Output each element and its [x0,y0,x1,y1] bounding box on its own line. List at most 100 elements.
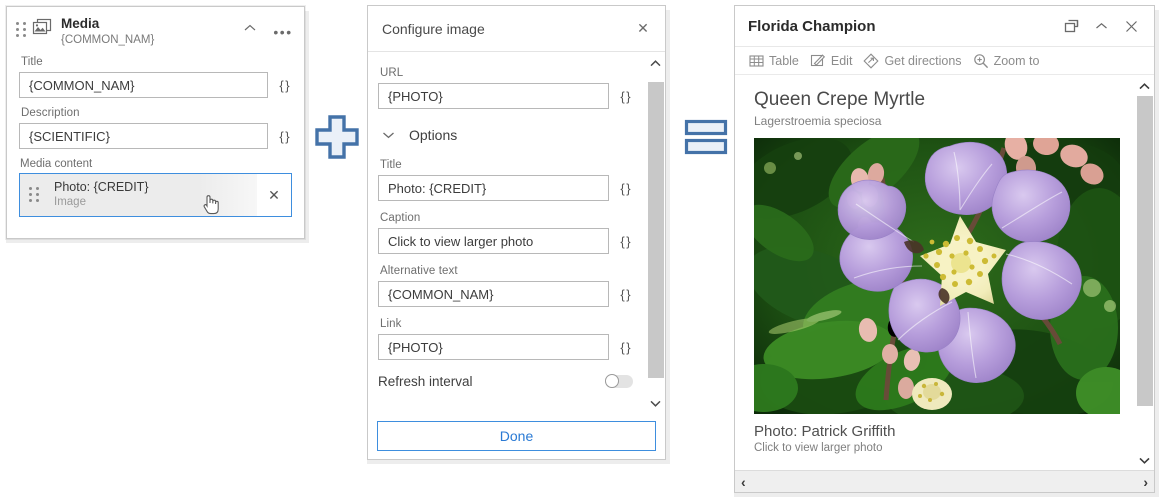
popup-pager-prev-arrow[interactable]: ‹ [741,474,746,490]
media-card-title: Media [61,16,100,31]
media-description-input[interactable]: {SCIENTIFIC} [19,123,268,149]
cfg-alt-text-label: Alternative text [380,265,458,277]
cfg-caption-input[interactable]: Click to view larger photo [378,228,609,254]
scroll-up-arrow-icon[interactable] [646,53,665,73]
media-content-list-item[interactable]: Photo: {CREDIT} Image ✕ [19,173,292,217]
media-collapse-chevron-up-icon[interactable] [244,24,270,32]
popup-tool-edit[interactable]: Edit [807,53,861,69]
media-title-input[interactable]: {COMMON_NAM} [19,72,268,98]
cfg-title-input[interactable]: Photo: {CREDIT} [378,175,609,201]
cfg-title-expression-icon[interactable]: { } [617,181,633,196]
media-card-titles: Media {COMMON_NAM} [57,16,244,48]
media-card-header: Media {COMMON_NAM} ••• [7,7,304,48]
media-title-label: Title [21,56,43,68]
configure-scrollbar-track[interactable] [648,73,664,393]
popup-collapse-chevron-up-icon[interactable] [1086,11,1116,41]
popup-tool-table[interactable]: Table [745,53,807,69]
cfg-alt-text-input[interactable]: {COMMON_NAM} [378,281,609,307]
cfg-title-label: Title [380,159,402,171]
popup-feature-heading: Queen Crepe Myrtle [754,89,926,110]
popup-tool-zoom-to[interactable]: Zoom to [970,53,1048,69]
popup-tool-get-directions[interactable]: Get directions [860,52,969,69]
screenshot-stage: Media {COMMON_NAM} ••• Title {COMMON_NAM… [0,0,1160,501]
popup-pager-next-arrow[interactable]: › [1143,474,1148,490]
drag-handle-icon[interactable] [15,22,27,38]
feature-popup: Florida Champion Table Edit Get directio… [734,5,1159,497]
media-description-field-block: Description {SCIENTIFIC} { } [19,107,292,149]
popup-content-region: Queen Crepe Myrtle Lagerstroemia specios… [735,76,1154,470]
media-content-item-text[interactable]: Photo: {CREDIT} Image [48,174,257,216]
cfg-url-input[interactable]: {PHOTO} [378,83,609,109]
media-title-field-block: Title {COMMON_NAM} { } [19,56,292,98]
directions-icon [863,52,880,69]
popup-close-icon[interactable] [1116,11,1146,41]
popup-feature-pager: ‹ › [735,470,1154,492]
cfg-caption-expression-icon[interactable]: { } [617,234,633,249]
popup-header: Florida Champion [735,6,1154,47]
equals-operator-glyph [684,117,728,157]
chevron-down-icon [382,131,395,139]
cfg-url-field-block: URL {PHOTO} { } [378,67,633,109]
plus-operator-glyph [313,113,361,161]
cfg-alt-text-expression-icon[interactable]: { } [617,287,633,302]
media-menu-ellipsis-icon[interactable]: ••• [270,24,296,40]
popup-tool-zoom-to-label: Zoom to [993,53,1040,68]
popup-photo-caption-sub[interactable]: Click to view larger photo [754,442,1134,454]
popup-tool-table-label: Table [769,53,799,68]
cfg-caption-label: Caption [380,212,421,224]
configure-dialog-close-icon[interactable]: ✕ [633,20,653,37]
configure-dialog-footer: Done [368,413,665,459]
zoom-in-icon [973,53,989,69]
media-content-drag-handle-icon[interactable] [20,174,48,216]
media-image-icon [27,18,57,36]
popup-tool-get-directions-label: Get directions [884,53,962,68]
popup-scrollbar-thumb[interactable] [1137,96,1153,406]
done-button[interactable]: Done [377,421,656,451]
popup-photo-caption-title: Photo: Patrick Griffith [754,423,896,440]
media-description-expression-icon[interactable]: { } [276,129,292,144]
table-icon [748,53,764,69]
cfg-caption-field-block: Caption Click to view larger photo { } [378,212,633,254]
popup-toolbar: Table Edit Get directions Zoom to [735,47,1154,75]
cfg-options-section-toggle[interactable]: Options [382,127,633,143]
configure-dialog-header: Configure image ✕ [368,6,665,52]
configure-dialog-scrollbar[interactable] [645,53,665,413]
media-description-label: Description [21,107,80,119]
popup-scroll-down-arrow-icon[interactable] [1135,450,1154,470]
configure-dialog-scroll-region: URL {PHOTO} { } Options Title Photo: {CR… [368,53,665,413]
popup-scroll-up-arrow-icon[interactable] [1135,76,1154,96]
media-element-card: Media {COMMON_NAM} ••• Title {COMMON_NAM… [6,6,309,243]
cfg-url-label: URL [380,67,404,79]
media-title-expression-icon[interactable]: { } [276,78,292,93]
media-card-body: Title {COMMON_NAM} { } Description {SCIE… [7,48,304,217]
configure-dialog-title: Configure image [382,20,485,37]
popup-scrollbar-track[interactable] [1137,96,1153,450]
cfg-link-label: Link [380,318,402,330]
popup-scrollbar[interactable] [1134,76,1154,470]
popup-tool-edit-label: Edit [830,53,853,68]
popup-feature-subheading: Lagerstroemia speciosa [754,114,882,128]
cfg-refresh-interval-row: Refresh interval [378,374,633,389]
configure-dialog-body: URL {PHOTO} { } Options Title Photo: {CR… [368,53,645,413]
media-content-item-subtitle: Image [54,196,86,208]
popup-title: Florida Champion [748,17,876,35]
edit-pencil-icon [810,53,826,69]
flower-photo-illustration [754,138,1120,414]
media-content-remove-close-icon[interactable]: ✕ [257,174,291,216]
popup-photo[interactable] [754,138,1120,414]
configure-image-dialog: Configure image ✕ URL {PHOTO} { } Option… [367,5,670,464]
cfg-link-expression-icon[interactable]: { } [617,340,633,355]
cfg-link-input[interactable]: {PHOTO} [378,334,609,360]
media-content-label: Media content [20,158,93,170]
media-card-subtitle: {COMMON_NAM} [61,34,155,46]
cfg-refresh-interval-label: Refresh interval [378,374,473,389]
media-content-item-title: Photo: {CREDIT} [54,180,149,194]
configure-scrollbar-thumb[interactable] [648,82,664,378]
cfg-alt-text-field-block: Alternative text {COMMON_NAM} { } [378,265,633,307]
cfg-refresh-interval-toggle[interactable] [605,374,633,388]
popup-content-inner: Queen Crepe Myrtle Lagerstroemia specios… [735,76,1134,470]
cfg-link-field-block: Link {PHOTO} { } [378,318,633,360]
cfg-url-expression-icon[interactable]: { } [617,89,633,104]
dock-windows-icon[interactable] [1056,11,1086,41]
scroll-down-arrow-icon[interactable] [646,393,665,413]
